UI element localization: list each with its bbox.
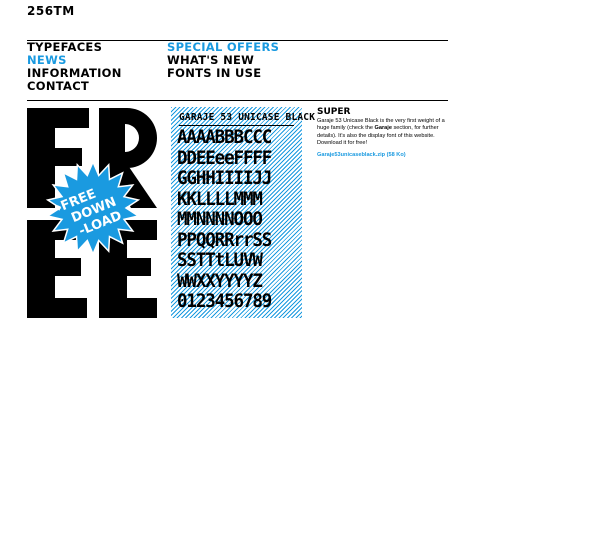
free-download-artwork[interactable]: →FREE DOWN -LOAD [27, 108, 157, 318]
garaje-section-link[interactable]: Garaje [375, 125, 392, 131]
font-info-panel: SUPER Garaje 53 Unicase Black is the ver… [317, 107, 452, 158]
nav-contact[interactable]: CONTACT [27, 80, 122, 93]
site-logo[interactable]: 256TM [27, 4, 75, 18]
main-nav: TYPEFACES NEWS INFORMATION CONTACT [27, 41, 122, 93]
glyph-row: GGHHIIIIJJ [177, 167, 272, 189]
info-description: Garaje 53 Unicase Black is the very firs… [317, 118, 452, 147]
glyph-row: SSTTtLUVW [177, 249, 263, 271]
info-title: SUPER [317, 107, 351, 117]
download-zip-link[interactable]: Garaje53unicaseblack.zip (58 Ko) [317, 152, 452, 158]
font-specimen-card: GARAJE 53 UNICASE BLACK AAAABBBCCC DDEEe… [171, 107, 315, 318]
nav-fonts-in-use[interactable]: FONTS IN USE [167, 67, 279, 80]
glyph-row: AAAABBBCCC [177, 126, 272, 148]
secondary-nav: SPECIAL OFFERS WHAT'S NEW FONTS IN USE [167, 41, 279, 80]
glyph-row: 0123456789 [177, 290, 272, 312]
glyph-row: PPQQRRrrSS [177, 228, 272, 251]
specimen-title: GARAJE 53 UNICASE BLACK [179, 112, 316, 123]
glyph-row: DDEEeeFFFF [177, 146, 272, 169]
specimen-glyph-rows: AAAABBBCCC DDEEeeFFFF GGHHIIIIJJ KKLLLLM… [177, 127, 297, 312]
glyph-row: MMNNNNOOO [177, 208, 263, 230]
nav-divider [27, 100, 448, 101]
glyph-row: WWXXYYYYZ [177, 269, 263, 292]
glyph-row: KKLLLLMMM [177, 187, 263, 210]
